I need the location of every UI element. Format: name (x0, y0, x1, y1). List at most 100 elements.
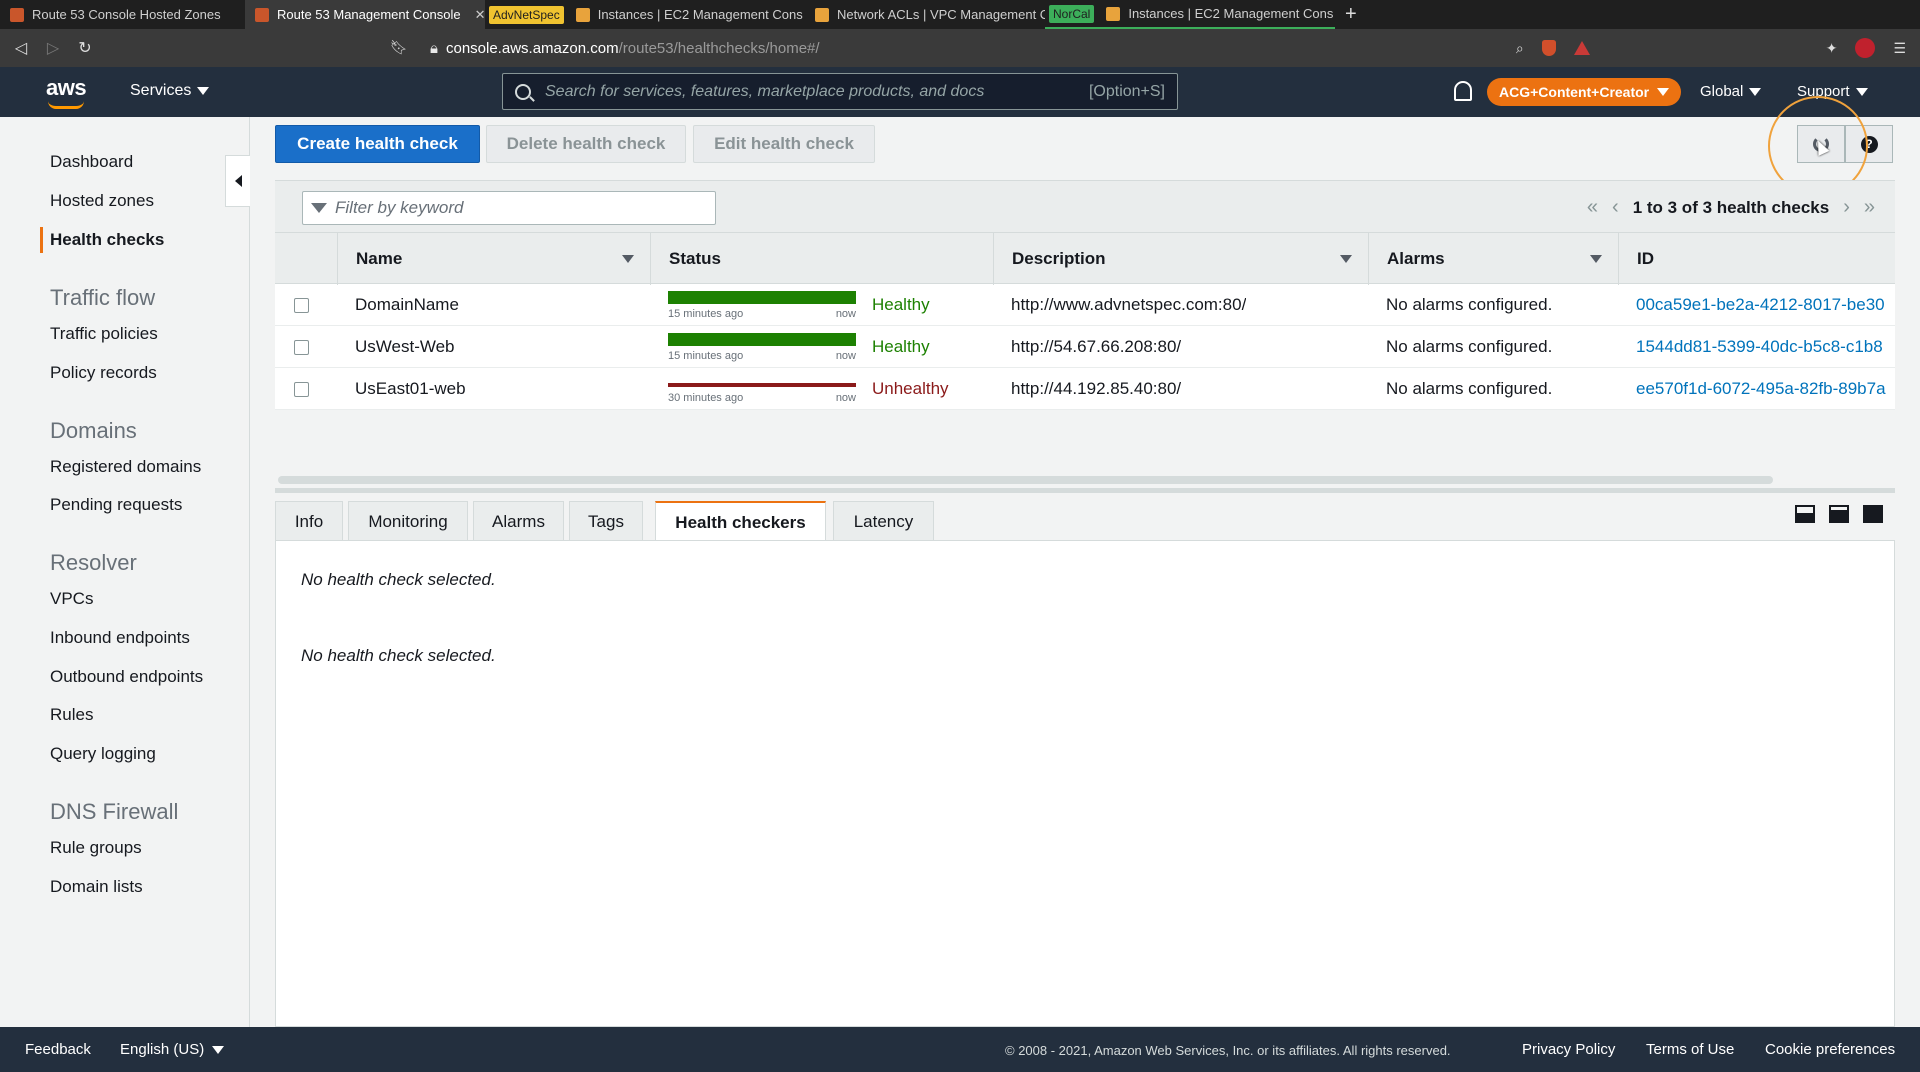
url-field[interactable]: 🔒︎ console.aws.amazon.com/route53/health… (430, 36, 1490, 60)
browser-tab[interactable]: AdvNetSpec Instances | EC2 Management Co… (485, 0, 805, 29)
delete-health-check-button[interactable]: Delete health check (486, 125, 686, 163)
tab-group-tag[interactable]: NorCal (1049, 4, 1095, 23)
cookie-preferences-link[interactable]: Cookie preferences (1765, 1041, 1895, 1058)
back-icon[interactable]: ◁ (8, 38, 34, 58)
table-row[interactable]: DomainName 15 minutes ago now Healthy ht… (275, 284, 1895, 326)
forward-icon[interactable]: ▷ (40, 38, 66, 58)
sidebar-item-inbound-endpoints[interactable]: Inbound endpoints (50, 628, 190, 648)
sidebar-item-outbound-endpoints[interactable]: Outbound endpoints (50, 667, 203, 687)
cell-id-link[interactable]: ee570f1d-6072-495a-82fb-89b7a (1636, 368, 1895, 410)
vpc-icon (815, 7, 829, 22)
brave-rewards-icon[interactable] (1573, 41, 1590, 55)
pane-small-icon[interactable] (1795, 505, 1815, 523)
notifications-bell-icon[interactable] (1454, 81, 1472, 101)
privacy-policy-link[interactable]: Privacy Policy (1522, 1041, 1615, 1058)
column-header-status[interactable]: Status (650, 233, 993, 285)
select-column-header (275, 233, 337, 285)
feedback-link[interactable]: Feedback (25, 1041, 91, 1058)
tab-latency[interactable]: Latency (833, 501, 934, 541)
sidebar-item-rule-groups[interactable]: Rule groups (50, 838, 142, 858)
sidebar-item-traffic-policies[interactable]: Traffic policies (50, 324, 158, 344)
region-menu[interactable]: Global (1700, 83, 1762, 100)
row-checkbox[interactable] (294, 340, 309, 355)
close-icon[interactable]: ✕ (475, 7, 485, 23)
browser-tab[interactable]: Network ACLs | VPC Management C (805, 0, 1045, 29)
row-checkbox[interactable] (294, 382, 309, 397)
caret-down-icon (1749, 87, 1762, 96)
sidebar-item-query-logging[interactable]: Query logging (50, 744, 156, 764)
browser-tab[interactable]: NorCal Instances | EC2 Management Cons (1045, 0, 1335, 29)
cell-id-link[interactable]: 1544dd81-5399-40dc-b5c8-c1b8 (1636, 326, 1895, 368)
ec2-icon (1106, 6, 1121, 21)
sort-icon[interactable] (1340, 255, 1352, 263)
pane-resize-handle[interactable] (275, 488, 1895, 493)
sort-icon[interactable] (1590, 255, 1602, 263)
tab-group-tag[interactable]: AdvNetSpec (489, 5, 564, 24)
extensions-icon[interactable]: ✦ (1826, 40, 1838, 57)
column-header-name[interactable]: Name (337, 233, 650, 285)
table-filter-bar: Filter by keyword « ‹ 1 to 3 of 3 health… (275, 180, 1895, 232)
filter-input[interactable]: Filter by keyword (302, 191, 716, 225)
sidebar-item-hosted-zones[interactable]: Hosted zones (50, 191, 154, 211)
address-bar: ◁ ▷ ↻ 🔖︎ 🔒︎ console.aws.amazon.com/route… (0, 29, 1920, 67)
sidebar-item-dashboard[interactable]: Dashboard (50, 152, 133, 172)
edit-health-check-button[interactable]: Edit health check (693, 125, 875, 163)
sparkline-end-label: now (835, 392, 856, 404)
sidebar-item-domain-lists[interactable]: Domain lists (50, 877, 143, 897)
last-page-icon[interactable]: » (1864, 196, 1875, 219)
account-menu[interactable]: ACG+Content+Creator (1487, 78, 1682, 106)
browser-tab-active[interactable]: Route 53 Management Console ✕ (245, 0, 485, 29)
horizontal-scrollbar[interactable] (278, 476, 1773, 484)
bookmark-icon[interactable]: 🔖︎ (390, 39, 408, 56)
tab-health-checkers[interactable]: Health checkers (655, 501, 826, 542)
sidebar-nav: Dashboard Hosted zones Health checks Tra… (0, 117, 250, 1027)
health-checks-panel: Filter by keyword « ‹ 1 to 3 of 3 health… (275, 180, 1895, 410)
filter-placeholder: Filter by keyword (335, 198, 464, 217)
cell-description: http://www.advnetspec.com:80/ (1011, 295, 1247, 314)
sidebar-item-rules[interactable]: Rules (50, 705, 93, 725)
sidebar-item-policy-records[interactable]: Policy records (50, 363, 157, 383)
new-tab-icon[interactable]: + (1335, 3, 1367, 26)
sidebar-item-health-checks[interactable]: Health checks (50, 230, 164, 250)
cell-name: UsEast01-web (355, 379, 466, 398)
tab-monitoring[interactable]: Monitoring (348, 501, 468, 541)
cell-alarms: No alarms configured. (1386, 337, 1553, 356)
global-search[interactable]: Search for services, features, marketpla… (502, 73, 1178, 110)
brave-shield-icon[interactable] (1541, 40, 1556, 56)
row-checkbox[interactable] (294, 298, 309, 313)
cell-id-link[interactable]: 00ca59e1-be2a-4212-8017-be30 (1636, 284, 1895, 326)
table-row[interactable]: UsWest-Web 15 minutes ago now Healthy ht… (275, 326, 1895, 368)
column-header-id[interactable]: ID (1618, 233, 1895, 285)
column-header-description[interactable]: Description (993, 233, 1368, 285)
zoom-icon[interactable]: ⌕ (1516, 40, 1524, 57)
first-page-icon[interactable]: « (1587, 196, 1598, 219)
sidebar-item-registered-domains[interactable]: Registered domains (50, 457, 201, 477)
profile-avatar[interactable] (1855, 38, 1876, 58)
pane-large-icon[interactable] (1863, 505, 1883, 523)
create-health-check-button[interactable]: Create health check (275, 125, 480, 163)
prev-page-icon[interactable]: ‹ (1612, 196, 1619, 219)
cell-alarms: No alarms configured. (1386, 379, 1553, 398)
aws-logo[interactable]: aws (46, 75, 87, 109)
sidebar-section-traffic-flow: Traffic flow (50, 285, 156, 310)
column-header-alarms[interactable]: Alarms (1368, 233, 1618, 285)
browser-tab[interactable]: Route 53 Console Hosted Zones (0, 0, 245, 29)
tab-alarms[interactable]: Alarms (473, 501, 564, 541)
pane-medium-icon[interactable] (1829, 505, 1849, 523)
tab-info[interactable]: Info (275, 501, 343, 541)
reload-icon[interactable]: ↻ (72, 38, 98, 58)
terms-of-use-link[interactable]: Terms of Use (1646, 1041, 1734, 1058)
browser-actions: ⌕ ✦ ☰ (1516, 29, 1920, 67)
services-menu[interactable]: Services (130, 82, 210, 100)
sidebar-section-domains: Domains (50, 418, 137, 443)
sidebar-item-pending-requests[interactable]: Pending requests (50, 495, 182, 515)
menu-icon[interactable]: ☰ (1893, 40, 1906, 57)
next-page-icon[interactable]: › (1843, 196, 1850, 219)
tab-tags[interactable]: Tags (569, 501, 643, 541)
table-row[interactable]: UsEast01-web 30 minutes ago now Unhealth… (275, 368, 1895, 410)
tab-title: Instances | EC2 Management Cons (597, 7, 803, 22)
sort-icon[interactable] (622, 255, 634, 263)
language-selector[interactable]: English (US) (120, 1041, 225, 1058)
collapse-sidebar-button[interactable] (225, 155, 250, 207)
sidebar-item-vpcs[interactable]: VPCs (50, 589, 93, 609)
